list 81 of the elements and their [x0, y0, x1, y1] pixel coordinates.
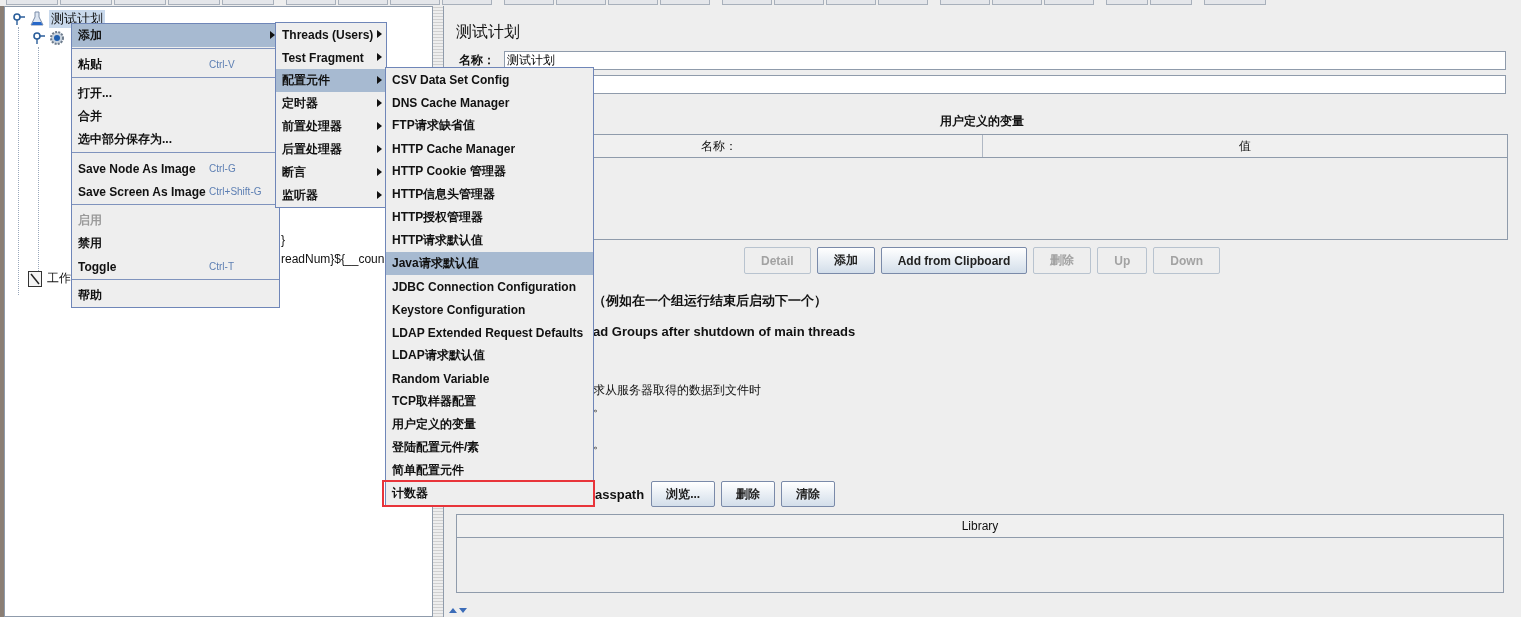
- menu-item[interactable]: Random Variable: [386, 367, 593, 390]
- menu-item[interactable]: HTTP信息头管理器: [386, 183, 593, 206]
- notebook-icon: [27, 269, 43, 288]
- panel-title: 测试计划: [456, 22, 521, 42]
- column-header[interactable]: 值: [981, 135, 1507, 157]
- menu-item[interactable]: Test Fragment: [276, 46, 386, 69]
- option-text: ad Groups after shutdown of main threads: [593, 324, 856, 339]
- classpath-button[interactable]: 清除: [781, 481, 836, 507]
- toolbar-button[interactable]: [878, 0, 928, 5]
- menu-item[interactable]: TCP取样器配置: [386, 390, 593, 413]
- toolbar-button[interactable]: [390, 0, 440, 5]
- menu-item[interactable]: 配置元件: [276, 69, 386, 92]
- toolbar-button[interactable]: [504, 0, 554, 5]
- toolbar-button[interactable]: [222, 0, 274, 5]
- menu-item[interactable]: 粘贴 Ctrl-V: [72, 53, 279, 76]
- option-text: （例如在一个组运行结束后启动下一个）: [593, 293, 827, 308]
- classpath-button[interactable]: 浏览...: [651, 481, 716, 507]
- toolbar-button[interactable]: [722, 0, 772, 5]
- flask-icon: [29, 10, 45, 27]
- name-label: 名称：: [458, 52, 496, 69]
- menu-item[interactable]: LDAP Extended Request Defaults: [386, 321, 593, 344]
- option-text: 。: [593, 437, 605, 451]
- menu-item[interactable]: Toggle Ctrl-T: [72, 255, 279, 278]
- submenu-arrow-icon: [377, 53, 382, 61]
- menu-item[interactable]: HTTP Cache Manager: [386, 137, 593, 160]
- toolbar-button[interactable]: [940, 0, 990, 5]
- table-button[interactable]: Add from Clipboard: [880, 247, 1028, 274]
- menu-item[interactable]: Threads (Users): [276, 23, 386, 46]
- tree-node-label[interactable]: readNum}${__coun: [279, 252, 387, 267]
- name-field[interactable]: 测试计划: [504, 51, 1506, 70]
- menu-item[interactable]: Save Screen As Image Ctrl+Shift-G: [72, 180, 279, 203]
- menu-item[interactable]: Keystore Configuration: [386, 298, 593, 321]
- classpath-label: asspath: [595, 486, 645, 502]
- menu-item[interactable]: 选中部分保存为...: [72, 128, 279, 151]
- classpath-button[interactable]: 删除: [721, 481, 776, 507]
- menu-item[interactable]: FTP请求缺省值: [386, 114, 593, 137]
- menu-item[interactable]: DNS Cache Manager: [386, 91, 593, 114]
- menu-item[interactable]: HTTP请求默认值: [386, 229, 593, 252]
- toolbar-button[interactable]: [6, 0, 58, 5]
- option-text: 求从服务器取得的数据到文件时: [593, 383, 761, 397]
- variables-title: 用户定义的变量: [940, 114, 1024, 128]
- toolbar-button[interactable]: [1044, 0, 1094, 5]
- toolbar-button[interactable]: [1106, 0, 1148, 5]
- menu-item[interactable]: 打开...: [72, 82, 279, 105]
- menu-item[interactable]: Save Node As Image Ctrl-G: [72, 157, 279, 180]
- menu-item[interactable]: CSV Data Set Config: [386, 68, 593, 91]
- menu-item[interactable]: 禁用: [72, 232, 279, 255]
- table-button[interactable]: 添加: [816, 247, 875, 274]
- column-header[interactable]: Library: [457, 515, 1503, 537]
- toolbar-button[interactable]: [608, 0, 658, 5]
- menu-item[interactable]: JDBC Connection Configuration: [386, 275, 593, 298]
- menu-item[interactable]: Java请求默认值: [386, 252, 593, 275]
- toolbar-button[interactable]: [556, 0, 606, 5]
- toolbar-button[interactable]: [1150, 0, 1192, 5]
- toolbar-button[interactable]: [660, 0, 710, 5]
- menu-item[interactable]: 计数器: [386, 482, 593, 505]
- menu-item[interactable]: 帮助: [72, 284, 279, 307]
- tree-handle-icon[interactable]: [33, 32, 45, 45]
- toolbar-button[interactable]: [114, 0, 166, 5]
- toolbar-button[interactable]: [1204, 0, 1266, 5]
- option-text: 。: [593, 400, 605, 414]
- toolbar-button[interactable]: [992, 0, 1042, 5]
- menu-item[interactable]: HTTP授权管理器: [386, 206, 593, 229]
- menu-item[interactable]: HTTP Cookie 管理器: [386, 160, 593, 183]
- tree-handle-icon[interactable]: [13, 12, 25, 25]
- tree-node-label[interactable]: }: [279, 232, 287, 247]
- menu-item[interactable]: 简单配置元件: [386, 459, 593, 482]
- toolbar-button[interactable]: [442, 0, 492, 5]
- menu-item[interactable]: 登陆配置元件/素: [386, 436, 593, 459]
- menu-item[interactable]: 合并: [72, 105, 279, 128]
- menu-item[interactable]: LDAP请求默认值: [386, 344, 593, 367]
- expand-arrows-icon[interactable]: [448, 606, 468, 614]
- tree-node-label[interactable]: 工作: [47, 270, 71, 288]
- menu-item[interactable]: 用户定义的变量: [386, 413, 593, 436]
- toolbar-button[interactable]: [168, 0, 220, 5]
- toolbar-button[interactable]: [60, 0, 112, 5]
- submenu-arrow-icon: [377, 30, 382, 38]
- toolbar-button[interactable]: [338, 0, 388, 5]
- toolbar-button[interactable]: [286, 0, 336, 5]
- toolbar-button[interactable]: [826, 0, 876, 5]
- toolbar-button[interactable]: [774, 0, 824, 5]
